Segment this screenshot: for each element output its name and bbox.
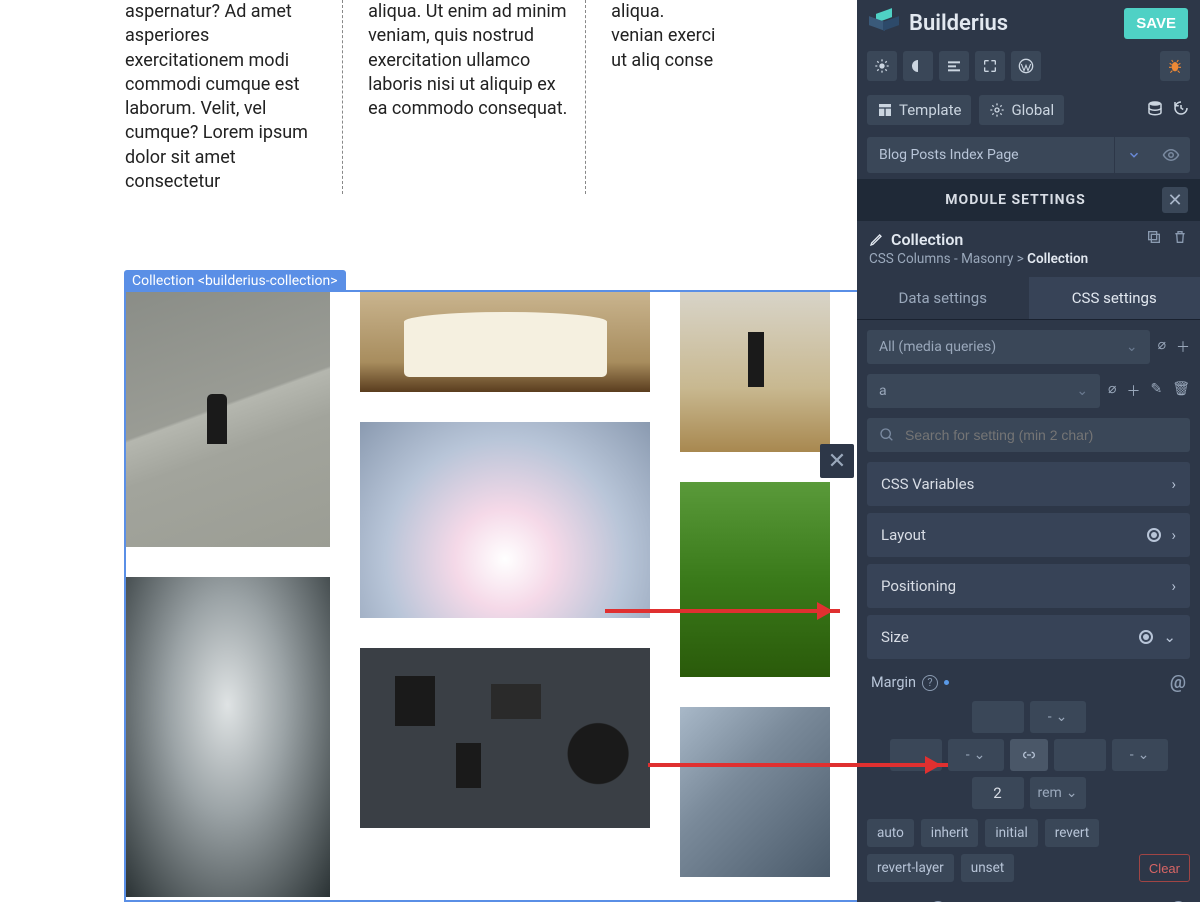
page-selector[interactable]: Blog Posts Index Page <box>867 137 1190 173</box>
tab-data-settings[interactable]: Data settings <box>857 277 1029 319</box>
duplicate-icon[interactable] <box>1146 229 1162 249</box>
template-icon <box>877 102 893 118</box>
image-placeholder[interactable] <box>360 422 650 618</box>
keyword-button[interactable]: revert-layer <box>867 854 954 882</box>
accordion-layout[interactable]: Layout › <box>867 513 1190 557</box>
changed-indicator-icon <box>944 680 949 685</box>
database-icon[interactable] <box>1146 99 1164 121</box>
page-selector-label: Blog Posts Index Page <box>867 138 1114 172</box>
module-name-label: Collection <box>891 230 963 249</box>
chevron-right-icon: › <box>1171 577 1176 595</box>
plus-icon[interactable]: ＋ <box>1176 337 1190 357</box>
search-icon <box>879 427 895 443</box>
expand-icon[interactable] <box>975 51 1005 81</box>
template-mode-button[interactable]: Template <box>867 95 971 125</box>
trash-icon[interactable] <box>1172 229 1188 249</box>
help-icon[interactable]: ? <box>922 675 938 691</box>
image-placeholder[interactable] <box>125 292 330 547</box>
at-icon[interactable]: @ <box>1170 898 1186 902</box>
image-placeholder[interactable] <box>360 648 650 828</box>
wordpress-icon[interactable] <box>1011 51 1041 81</box>
brand-name: Builderius <box>909 11 1114 36</box>
media-query-label: All (media queries) <box>879 339 996 355</box>
margin-label: Margin <box>871 674 916 691</box>
top-toolbar <box>857 47 1200 89</box>
global-label: Global <box>1011 101 1054 119</box>
annotation-arrow <box>648 763 948 767</box>
text-col-3: aliqua. venian exerci ut aliq conse <box>586 0 732 194</box>
image-placeholder[interactable] <box>680 482 830 677</box>
save-button[interactable]: SAVE <box>1124 8 1188 39</box>
text-col-1: aspernatur? Ad amet asperiores exercitat… <box>125 0 343 194</box>
link-sides-button[interactable] <box>1010 739 1048 771</box>
image-placeholder[interactable] <box>680 292 830 452</box>
edit-icon[interactable]: ✎ <box>1150 381 1162 401</box>
section-title: MODULE SETTINGS <box>869 192 1162 208</box>
margin-top-input[interactable] <box>972 701 1024 733</box>
image-placeholder[interactable] <box>125 577 330 897</box>
contrast-icon[interactable] <box>903 51 933 81</box>
collection-masonry[interactable] <box>125 292 857 897</box>
css-keywords: auto inherit initial revert revert-layer… <box>867 817 1190 892</box>
accordion-positioning[interactable]: Positioning › <box>867 564 1190 608</box>
eye-icon[interactable] <box>1152 137 1190 173</box>
light-mode-icon[interactable] <box>867 51 897 81</box>
align-icon[interactable] <box>939 51 969 81</box>
chevron-down-icon: ⌄ <box>1126 339 1138 355</box>
edit-icon <box>869 231 885 247</box>
margin-right-input[interactable] <box>1054 739 1106 771</box>
trash-icon[interactable]: 🗑 <box>1172 381 1190 401</box>
keyword-button[interactable]: inherit <box>921 819 979 847</box>
at-icon[interactable]: @ <box>1170 672 1186 693</box>
logo-icon <box>869 11 899 37</box>
image-placeholder[interactable] <box>360 292 650 392</box>
text-col-2: aliqua. Ut enim ad minim veniam, quis no… <box>343 0 586 194</box>
accordion-css-variables[interactable]: CSS Variables › <box>867 462 1190 506</box>
keyword-button[interactable]: unset <box>961 854 1014 882</box>
margin-right-unit[interactable]: - ⌄ <box>1112 739 1168 771</box>
keyword-button[interactable]: initial <box>985 819 1037 847</box>
indicator-dot-icon <box>1147 528 1161 542</box>
annotation-arrow <box>605 609 840 613</box>
media-query-select[interactable]: All (media queries) ⌄ <box>867 330 1150 364</box>
margin-left-unit[interactable]: - ⌄ <box>948 739 1004 771</box>
gear-icon <box>989 102 1005 118</box>
selector-label: a <box>879 383 887 399</box>
selector-select[interactable]: a ⌄ <box>867 374 1100 408</box>
plus-icon[interactable]: ＋ <box>1126 381 1140 401</box>
close-icon[interactable]: ✕ <box>820 444 854 478</box>
search-field[interactable] <box>905 427 1178 443</box>
chevron-down-icon[interactable] <box>1114 137 1152 173</box>
margin-top-unit[interactable]: - ⌄ <box>1030 701 1086 733</box>
breadcrumb: CSS Columns - Masonry > Collection <box>857 251 1200 277</box>
history-icon[interactable] <box>1172 99 1190 121</box>
keyword-button[interactable]: revert <box>1045 819 1099 847</box>
image-placeholder[interactable] <box>680 707 830 877</box>
accordion-size[interactable]: Size ⌄ <box>867 615 1190 659</box>
chevron-right-icon: › <box>1171 475 1176 493</box>
chevron-down-icon: ⌄ <box>1163 628 1176 646</box>
bug-icon[interactable] <box>1160 51 1190 81</box>
search-setting-input[interactable] <box>867 418 1190 452</box>
selection-tag[interactable]: Collection <builderius-collection> <box>124 270 346 292</box>
text-columns: aspernatur? Ad amet asperiores exercitat… <box>0 0 857 194</box>
keyword-button[interactable]: auto <box>867 819 914 847</box>
margin-bottom-unit[interactable]: rem ⌄ <box>1030 777 1086 809</box>
margin-bottom-input[interactable]: 2 <box>972 777 1024 809</box>
global-mode-button[interactable]: Global <box>979 95 1064 125</box>
indicator-dot-icon <box>1139 630 1153 644</box>
chevron-right-icon: › <box>1171 526 1176 544</box>
tab-css-settings[interactable]: CSS settings <box>1029 277 1200 319</box>
empty-set-icon[interactable]: ⌀ <box>1108 381 1116 401</box>
close-icon[interactable]: ✕ <box>1162 187 1188 213</box>
chevron-down-icon: ⌄ <box>1076 383 1088 399</box>
template-label: Template <box>899 101 961 119</box>
empty-set-icon[interactable]: ⌀ <box>1158 337 1166 357</box>
margin-editor: - ⌄ - ⌄ - ⌄ 2 rem ⌄ <box>867 701 1190 809</box>
clear-button[interactable]: Clear <box>1139 854 1190 882</box>
